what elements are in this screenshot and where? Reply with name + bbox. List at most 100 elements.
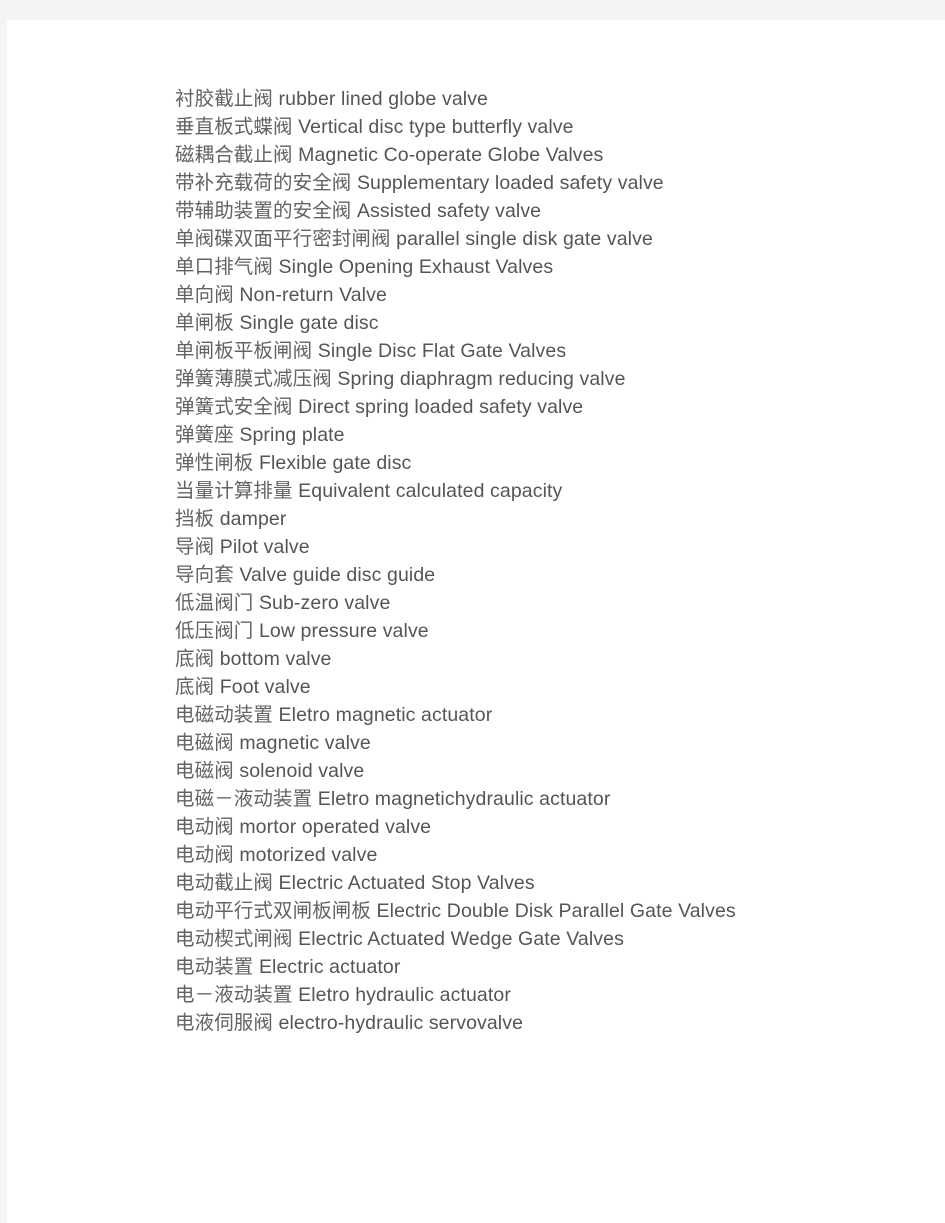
glossary-term-english: Eletro magnetichydraulic actuator xyxy=(317,788,611,810)
glossary-term-chinese: 垂直板式蝶阀 xyxy=(175,115,293,138)
glossary-term-english: Spring diaphragm reducing valve xyxy=(337,368,626,390)
document-page: 衬胶截止阀 rubber lined globe valve 垂直板式蝶阀 Ver… xyxy=(7,20,945,1223)
glossary-term-chinese: 电动平行式双闸板闸板 xyxy=(175,899,372,922)
glossary-term-chinese: 导向套 xyxy=(175,563,234,586)
glossary-entry: 电－液动装置 Eletro hydraulic actuator xyxy=(175,981,787,1009)
glossary-term-english: bottom valve xyxy=(219,648,332,670)
glossary-term-english: Electric Actuated Wedge Gate Valves xyxy=(298,928,624,950)
glossary-entry: 衬胶截止阀 rubber lined globe valve xyxy=(175,85,787,113)
glossary-term-english: Flexible gate disc xyxy=(258,452,412,474)
glossary-term-chinese: 带补充载荷的安全阀 xyxy=(175,171,352,194)
glossary-term-chinese: 电动阀 xyxy=(175,843,234,866)
glossary-entry: 电磁阀 magnetic valve xyxy=(175,729,787,757)
glossary-term-english: Eletro magnetic actuator xyxy=(278,704,493,726)
glossary-term-chinese: 低压阀门 xyxy=(175,619,254,642)
glossary-entry: 电动阀 motorized valve xyxy=(175,841,787,869)
glossary-term-chinese: 单口排气阀 xyxy=(175,255,274,278)
glossary-term-english: Foot valve xyxy=(219,676,311,698)
glossary-term-english: electro-hydraulic servovalve xyxy=(278,1012,524,1034)
glossary-term-english: Vertical disc type butterfly valve xyxy=(298,116,574,138)
glossary-term-chinese: 带辅助装置的安全阀 xyxy=(175,199,352,222)
glossary-term-chinese: 电动装置 xyxy=(175,955,254,978)
glossary-term-english: parallel single disk gate valve xyxy=(396,228,653,250)
glossary-term-english: Single Opening Exhaust Valves xyxy=(278,256,554,278)
glossary-entry: 电动截止阀 Electric Actuated Stop Valves xyxy=(175,869,787,897)
glossary-entry: 底阀 bottom valve xyxy=(175,645,787,673)
glossary-entry: 垂直板式蝶阀 Vertical disc type butterfly valv… xyxy=(175,113,787,141)
glossary-term-english: Pilot valve xyxy=(219,536,310,558)
glossary-term-english: magnetic valve xyxy=(239,732,371,754)
glossary-term-chinese: 磁耦合截止阀 xyxy=(175,143,293,166)
glossary-term-english: damper xyxy=(219,508,287,530)
glossary-term-chinese: 电磁动装置 xyxy=(175,703,274,726)
glossary-term-chinese: 电动楔式闸阀 xyxy=(175,927,293,950)
glossary-entry: 单闸板 Single gate disc xyxy=(175,309,787,337)
glossary-term-english: Supplementary loaded safety valve xyxy=(356,172,664,194)
glossary-entry: 弹簧座 Spring plate xyxy=(175,421,787,449)
glossary-term-chinese: 电动阀 xyxy=(175,815,234,838)
glossary-term-chinese: 电液伺服阀 xyxy=(175,1011,274,1034)
glossary-term-english: Single gate disc xyxy=(239,312,379,334)
glossary-term-chinese: 单闸板 xyxy=(175,311,234,334)
glossary-term-english: Direct spring loaded safety valve xyxy=(298,396,584,418)
glossary-term-english: Sub-zero valve xyxy=(258,592,391,614)
glossary-entry: 挡板 damper xyxy=(175,505,787,533)
glossary-term-chinese: 弹簧座 xyxy=(175,423,234,446)
glossary-entry: 低压阀门 Low pressure valve xyxy=(175,617,787,645)
glossary-term-chinese: 电磁阀 xyxy=(175,731,234,754)
glossary-term-english: rubber lined globe valve xyxy=(278,88,489,110)
glossary-term-chinese: 底阀 xyxy=(175,647,215,670)
glossary-entry: 电磁－液动装置 Eletro magnetichydraulic actuato… xyxy=(175,785,787,813)
glossary-entry: 电磁动装置 Eletro magnetic actuator xyxy=(175,701,787,729)
glossary-entry: 弹簧薄膜式减压阀 Spring diaphragm reducing valve xyxy=(175,365,787,393)
glossary-term-chinese: 弹性闸板 xyxy=(175,451,254,474)
glossary-entry: 导向套 Valve guide disc guide xyxy=(175,561,787,589)
glossary-term-chinese: 电磁阀 xyxy=(175,759,234,782)
glossary-term-chinese: 挡板 xyxy=(175,507,215,530)
glossary-entry: 电动平行式双闸板闸板 Electric Double Disk Parallel… xyxy=(175,897,787,925)
glossary-term-chinese: 单闸板平板闸阀 xyxy=(175,339,313,362)
glossary-term-english: Electric Double Disk Parallel Gate Valve… xyxy=(376,900,736,922)
glossary-entry: 电磁阀 solenoid valve xyxy=(175,757,787,785)
glossary-entry: 低温阀门 Sub-zero valve xyxy=(175,589,787,617)
glossary-term-chinese: 导阀 xyxy=(175,535,215,558)
glossary-term-english: Electric actuator xyxy=(258,956,401,978)
glossary-term-english: Valve guide disc guide xyxy=(239,564,436,586)
glossary-term-english: Magnetic Co-operate Globe Valves xyxy=(298,144,604,166)
glossary-entry: 单口排气阀 Single Opening Exhaust Valves xyxy=(175,253,787,281)
glossary-term-english: Eletro hydraulic actuator xyxy=(298,984,511,1006)
glossary-term-chinese: 当量计算排量 xyxy=(175,479,293,502)
glossary-entry: 带辅助装置的安全阀 Assisted safety valve xyxy=(175,197,787,225)
glossary-entry: 底阀 Foot valve xyxy=(175,673,787,701)
glossary-term-chinese: 电－液动装置 xyxy=(175,983,293,1006)
glossary-term-english: mortor operated valve xyxy=(239,816,432,838)
glossary-entry: 磁耦合截止阀 Magnetic Co-operate Globe Valves xyxy=(175,141,787,169)
glossary-term-english: Low pressure valve xyxy=(258,620,429,642)
glossary-entry: 弹簧式安全阀 Direct spring loaded safety valve xyxy=(175,393,787,421)
glossary-term-chinese: 弹簧式安全阀 xyxy=(175,395,293,418)
glossary-term-chinese: 电动截止阀 xyxy=(175,871,274,894)
glossary-term-chinese: 单阀碟双面平行密封闸阀 xyxy=(175,227,391,250)
glossary-entry: 电动装置 Electric actuator xyxy=(175,953,787,981)
glossary-term-chinese: 衬胶截止阀 xyxy=(175,87,274,110)
glossary-entry: 带补充载荷的安全阀 Supplementary loaded safety va… xyxy=(175,169,787,197)
glossary-term-english: Equivalent calculated capacity xyxy=(298,480,563,502)
glossary-term-english: solenoid valve xyxy=(239,760,365,782)
glossary-term-english: Assisted safety valve xyxy=(356,200,542,222)
glossary-term-chinese: 单向阀 xyxy=(175,283,234,306)
glossary-term-english: Spring plate xyxy=(239,424,345,446)
glossary-entry: 导阀 Pilot valve xyxy=(175,533,787,561)
glossary-entry: 单闸板平板闸阀 Single Disc Flat Gate Valves xyxy=(175,337,787,365)
glossary-entry: 弹性闸板 Flexible gate disc xyxy=(175,449,787,477)
glossary-entry: 单阀碟双面平行密封闸阀 parallel single disk gate va… xyxy=(175,225,787,253)
glossary-entry: 单向阀 Non-return Valve xyxy=(175,281,787,309)
glossary-entry: 当量计算排量 Equivalent calculated capacity xyxy=(175,477,787,505)
glossary-entry: 电动楔式闸阀 Electric Actuated Wedge Gate Valv… xyxy=(175,925,787,953)
glossary-term-chinese: 低温阀门 xyxy=(175,591,254,614)
glossary-term-english: Electric Actuated Stop Valves xyxy=(278,872,535,894)
glossary-term-chinese: 弹簧薄膜式减压阀 xyxy=(175,367,332,390)
glossary-term-english: Single Disc Flat Gate Valves xyxy=(317,340,567,362)
glossary-entry: 电动阀 mortor operated valve xyxy=(175,813,787,841)
glossary-term-chinese: 底阀 xyxy=(175,675,215,698)
glossary-term-chinese: 电磁－液动装置 xyxy=(175,787,313,810)
